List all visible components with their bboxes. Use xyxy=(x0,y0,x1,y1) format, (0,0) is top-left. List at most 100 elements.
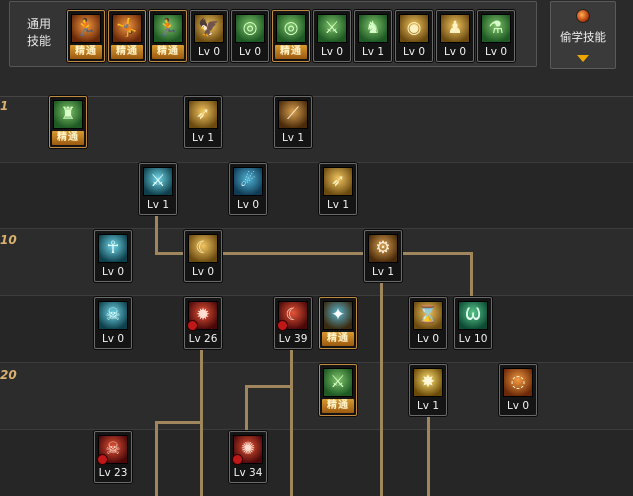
tree-skill-r3-a[interactable]: ☥ Lv 0 xyxy=(94,230,132,282)
common-skill-8[interactable]: ♞ Lv 1 xyxy=(354,10,392,62)
common-skills-label: 通用 技能 xyxy=(24,16,54,50)
dropdown-arrow-icon xyxy=(577,55,589,62)
common-skills-label-line1: 通用 xyxy=(26,17,51,31)
tree-skill-r6-b[interactable]: ✺ Lv 34 xyxy=(229,431,267,483)
common-skill-6[interactable]: ◎ 精通 xyxy=(272,10,310,62)
skill-level-label: Lv 0 xyxy=(191,266,215,278)
skill-level-label: Lv 39 xyxy=(278,333,308,345)
tree-skill-r1-b[interactable]: ➶ Lv 1 xyxy=(184,96,222,148)
orb-icon xyxy=(576,9,590,23)
tree-skill-r5-b[interactable]: ✸ Lv 1 xyxy=(409,364,447,416)
skill-icon: 🏃 xyxy=(71,14,101,43)
alert-badge-icon xyxy=(277,320,288,331)
skill-level-label: Lv 23 xyxy=(98,467,128,479)
tree-skill-r4-c[interactable]: ☾ Lv 39 xyxy=(274,297,312,349)
mastery-label: 精通 xyxy=(322,332,354,346)
skill-icon: ➶ xyxy=(188,100,218,129)
skill-icon: ⚙ xyxy=(368,234,398,263)
connector-line xyxy=(155,421,203,424)
level-marker: 1 xyxy=(0,99,9,113)
skill-level-label: Lv 1 xyxy=(371,266,395,278)
tree-skill-r4-e[interactable]: ⌛ Lv 0 xyxy=(409,297,447,349)
skill-icon: ✸ xyxy=(413,368,443,397)
tree-skill-r4-f[interactable]: Ѡ Lv 10 xyxy=(454,297,492,349)
mastery-label: 精通 xyxy=(52,131,84,145)
tree-skill-r2-b[interactable]: ☄ Lv 0 xyxy=(229,163,267,215)
tree-skill-r4-d[interactable]: ✦ 精通 xyxy=(319,297,357,349)
tree-skill-r3-c[interactable]: ⚙ Lv 1 xyxy=(364,230,402,282)
skill-icon: Ѡ xyxy=(458,301,488,330)
skill-icon: ⚗ xyxy=(481,14,511,43)
skill-icon: ⟋ xyxy=(278,100,308,129)
skill-level-label: Lv 1 xyxy=(361,46,385,58)
level-marker: 20 xyxy=(0,368,17,382)
tree-skill-r5-a[interactable]: ⚔ 精通 xyxy=(319,364,357,416)
skill-level-label: Lv 0 xyxy=(484,46,508,58)
connector-line xyxy=(400,252,473,255)
connector-line xyxy=(427,411,430,496)
connector-line xyxy=(380,277,383,496)
tree-skill-r6-a[interactable]: ☠ Lv 23 xyxy=(94,431,132,483)
tier-row xyxy=(0,362,633,429)
skill-level-label: Lv 1 xyxy=(191,132,215,144)
skill-icon: ♟ xyxy=(440,14,470,43)
alert-badge-icon xyxy=(232,454,243,465)
common-skill-3[interactable]: 🏃 精通 xyxy=(149,10,187,62)
common-skill-4[interactable]: 🦅 Lv 0 xyxy=(190,10,228,62)
connector-line xyxy=(290,345,293,496)
skill-icon: ☄ xyxy=(233,167,263,196)
skill-level-label: Lv 1 xyxy=(281,132,305,144)
skill-level-label: Lv 0 xyxy=(236,199,260,211)
skill-level-label: Lv 0 xyxy=(416,333,440,345)
skill-tree-window: 通用 技能 偷学技能 1 10 20 🏃 精通 🤸 精通 🏃 精通 🦅 Lv 0 ◎ Lv… xyxy=(0,0,633,496)
mastery-label: 精通 xyxy=(275,45,307,59)
skill-level-label: Lv 1 xyxy=(416,400,440,412)
skill-icon: ✦ xyxy=(323,301,353,330)
connector-line xyxy=(245,385,293,388)
skill-icon: 🦅 xyxy=(194,14,224,43)
tree-skill-r4-a[interactable]: ☠ Lv 0 xyxy=(94,297,132,349)
mastery-label: 精通 xyxy=(70,45,102,59)
skill-level-label: Lv 10 xyxy=(458,333,488,345)
skill-icon: ☾ xyxy=(188,234,218,263)
tree-skill-r1-c[interactable]: ⟋ Lv 1 xyxy=(274,96,312,148)
common-skill-1[interactable]: 🏃 精通 xyxy=(67,10,105,62)
skill-level-label: Lv 0 xyxy=(101,266,125,278)
common-skill-9[interactable]: ◉ Lv 0 xyxy=(395,10,433,62)
common-skill-11[interactable]: ⚗ Lv 0 xyxy=(477,10,515,62)
tree-skill-r4-b[interactable]: ✹ Lv 26 xyxy=(184,297,222,349)
common-skill-7[interactable]: ⚔ Lv 0 xyxy=(313,10,351,62)
level-marker: 10 xyxy=(0,233,17,247)
common-skill-2[interactable]: 🤸 精通 xyxy=(108,10,146,62)
common-skills-label-line2: 技能 xyxy=(26,34,51,48)
skill-icon: ♞ xyxy=(358,14,388,43)
connector-line xyxy=(155,252,185,255)
tree-skill-r5-c[interactable]: ◌ Lv 0 xyxy=(499,364,537,416)
skill-level-label: Lv 0 xyxy=(443,46,467,58)
connector-line xyxy=(245,385,248,431)
common-skill-10[interactable]: ♟ Lv 0 xyxy=(436,10,474,62)
skill-icon: ⚔ xyxy=(323,368,353,397)
skill-icon: 🤸 xyxy=(112,14,142,43)
tree-skill-r2-a[interactable]: ⚔ Lv 1 xyxy=(139,163,177,215)
mastery-label: 精通 xyxy=(322,399,354,413)
skill-icon: ♜ xyxy=(53,100,83,129)
skill-level-label: Lv 0 xyxy=(238,46,262,58)
connector-line xyxy=(470,252,473,298)
tree-skill-r2-c[interactable]: ➶ Lv 1 xyxy=(319,163,357,215)
skill-level-label: Lv 0 xyxy=(320,46,344,58)
skill-level-label: Lv 0 xyxy=(101,333,125,345)
tree-skill-r3-b[interactable]: ☾ Lv 0 xyxy=(184,230,222,282)
skill-icon: ⚔ xyxy=(317,14,347,43)
skill-icon: ◌ xyxy=(503,368,533,397)
skill-level-label: Lv 0 xyxy=(402,46,426,58)
common-skill-5[interactable]: ◎ Lv 0 xyxy=(231,10,269,62)
skill-level-label: Lv 1 xyxy=(146,199,170,211)
skill-icon: ◉ xyxy=(399,14,429,43)
steal-skill-button[interactable]: 偷学技能 xyxy=(550,1,616,69)
skill-icon: ◎ xyxy=(276,14,306,43)
tree-skill-r1-a[interactable]: ♜ 精通 xyxy=(49,96,87,148)
skill-icon: ➶ xyxy=(323,167,353,196)
connector-line xyxy=(155,421,158,496)
connector-line xyxy=(220,252,365,255)
